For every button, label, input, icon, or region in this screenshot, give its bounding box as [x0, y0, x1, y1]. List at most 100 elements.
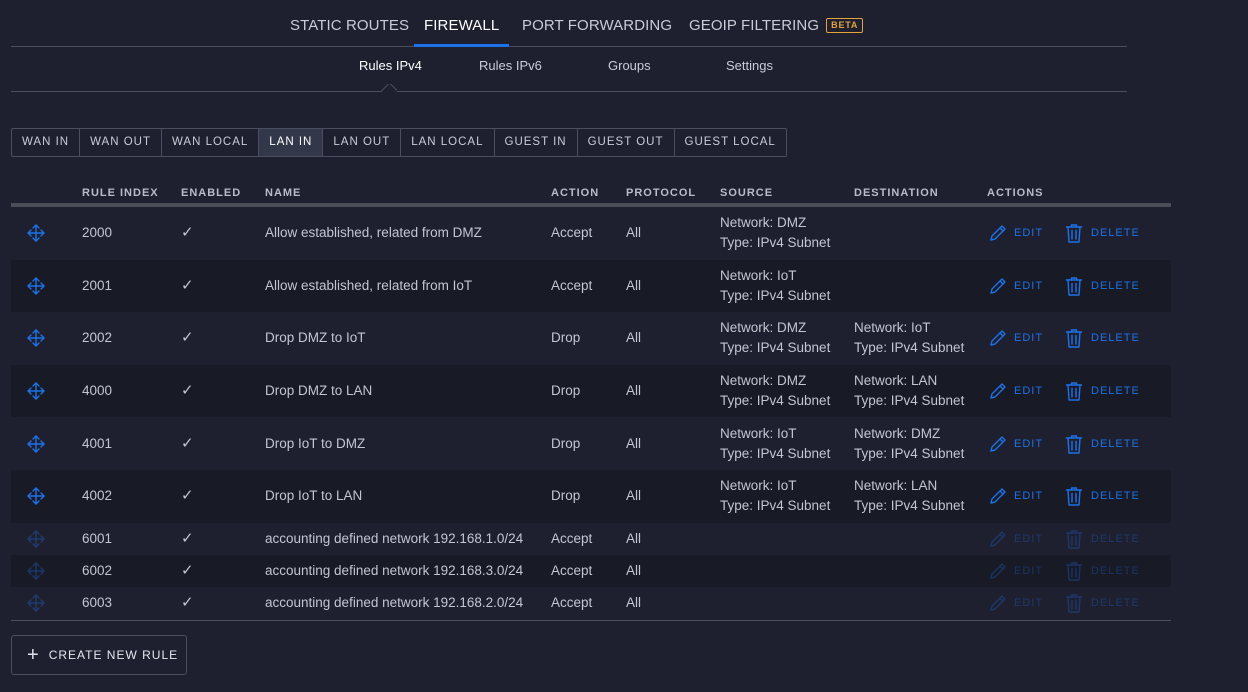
- rule-action: Drop: [551, 435, 581, 451]
- rule-name: Drop DMZ to LAN: [265, 383, 373, 399]
- source-line: Network: DMZ: [720, 320, 807, 336]
- trash-icon: [1065, 529, 1083, 549]
- edit-button[interactable]: EDIT: [988, 434, 1043, 454]
- trash-icon: [1065, 434, 1083, 454]
- beta-badge: BETA: [826, 18, 864, 33]
- rule-destination: Network: LAN Type: IPv4 Subnet: [854, 371, 964, 411]
- rule-protocol: All: [626, 435, 642, 451]
- tab-static-routes[interactable]: STATIC ROUTES: [290, 0, 409, 46]
- tab-geoip-label: GEOIP FILTERING: [689, 17, 820, 34]
- create-new-rule-label: CREATE NEW RULE: [48, 648, 179, 662]
- edit-button[interactable]: EDIT: [988, 223, 1043, 243]
- col-name[interactable]: NAME: [265, 187, 301, 199]
- rule-protocol: All: [626, 595, 642, 611]
- col-source[interactable]: SOURCE: [720, 187, 773, 199]
- drag-handle-icon[interactable]: [26, 486, 46, 506]
- segment-guest-local[interactable]: GUEST LOCAL: [673, 129, 786, 156]
- drag-handle-icon[interactable]: [26, 434, 46, 454]
- segment-wan-out[interactable]: WAN OUT: [79, 129, 161, 156]
- delete-label: DELETE: [1091, 227, 1140, 240]
- edit-button[interactable]: EDIT: [988, 593, 1043, 613]
- drag-handle-icon[interactable]: [26, 223, 46, 243]
- subtab-rules-ipv4[interactable]: Rules IPv4: [359, 46, 422, 86]
- delete-button[interactable]: DELETE: [1065, 381, 1140, 401]
- delete-button[interactable]: DELETE: [1065, 434, 1140, 454]
- drag-handle-icon[interactable]: [26, 328, 46, 348]
- rule-source: Network: IoT Type: IPv4 Subnet: [720, 476, 830, 516]
- segment-lan-local[interactable]: LAN LOCAL: [400, 129, 493, 156]
- pencil-icon: [988, 434, 1008, 454]
- edit-button[interactable]: EDIT: [988, 328, 1043, 348]
- drag-handle-icon[interactable]: [26, 529, 46, 549]
- table-bottom-divider: [11, 620, 1171, 621]
- rule-protocol: All: [626, 383, 642, 399]
- edit-button[interactable]: EDIT: [988, 276, 1043, 296]
- table-row: 6002 ✓ accounting defined network 192.168.…: [11, 554, 1171, 588]
- col-enabled[interactable]: ENABLED: [181, 187, 241, 199]
- source-line: Type: IPv4 Subnet: [720, 235, 831, 251]
- source-line: Network: IoT: [720, 267, 797, 283]
- table-row: 4001 ✓ Drop IoT to DMZ Drop All Network: IoT T…: [11, 417, 1171, 470]
- subtab-settings[interactable]: Settings: [726, 46, 773, 86]
- table-row: 4000 ✓ Drop DMZ to LAN Drop All Network: DMZ T…: [11, 364, 1171, 418]
- table-row: 6003 ✓ accounting defined network 192.168.…: [11, 587, 1171, 619]
- delete-label: DELETE: [1091, 279, 1140, 292]
- delete-button[interactable]: DELETE: [1065, 561, 1140, 581]
- segment-guest-out[interactable]: GUEST OUT: [576, 129, 674, 156]
- source-line: Type: IPv4 Subnet: [720, 498, 831, 514]
- col-destination[interactable]: DESTINATION: [854, 187, 939, 199]
- delete-button[interactable]: DELETE: [1065, 328, 1140, 349]
- segment-lan-in[interactable]: LAN IN: [258, 129, 323, 156]
- edit-button[interactable]: EDIT: [988, 381, 1043, 401]
- delete-label: DELETE: [1091, 532, 1140, 545]
- delete-button[interactable]: DELETE: [1065, 593, 1140, 613]
- destination-line: Type: IPv4 Subnet: [854, 340, 965, 356]
- col-action[interactable]: ACTION: [551, 187, 599, 199]
- rule-index: 4002: [82, 488, 113, 504]
- rule-index: 2001: [82, 277, 113, 293]
- tab-port-forwarding[interactable]: PORT FORWARDING: [522, 0, 672, 46]
- rule-action: Drop: [551, 383, 581, 399]
- rule-index: 2000: [82, 225, 113, 241]
- create-new-rule-button[interactable]: + CREATE NEW RULE: [11, 635, 187, 675]
- rule-action: Accept: [551, 277, 593, 293]
- enabled-check-icon: ✓: [181, 276, 194, 294]
- delete-label: DELETE: [1091, 565, 1140, 577]
- delete-button[interactable]: DELETE: [1065, 223, 1140, 243]
- edit-button[interactable]: EDIT: [988, 529, 1043, 549]
- segment-wan-in[interactable]: WAN IN: [12, 129, 79, 156]
- delete-button[interactable]: DELETE: [1065, 276, 1140, 296]
- subtab-groups[interactable]: Groups: [608, 46, 651, 86]
- drag-handle-icon[interactable]: [26, 381, 46, 401]
- segment-guest-in[interactable]: GUEST IN: [493, 129, 577, 156]
- rule-index: 6001: [82, 530, 113, 546]
- trash-icon: [1065, 381, 1083, 401]
- table-row: 2000 ✓ Allow established, related from DMZ…: [11, 207, 1171, 260]
- tab-firewall[interactable]: FIREWALL: [413, 0, 510, 47]
- delete-label: DELETE: [1091, 332, 1140, 345]
- segment-wan-local[interactable]: WAN LOCAL: [160, 129, 258, 156]
- plus-icon: +: [27, 644, 39, 666]
- delete-button[interactable]: DELETE: [1065, 529, 1140, 549]
- col-rule-index[interactable]: RULE INDEX: [82, 187, 159, 199]
- drag-handle-icon[interactable]: [26, 593, 46, 613]
- source-line: Type: IPv4 Subnet: [720, 445, 831, 461]
- destination-line: Type: IPv4 Subnet: [854, 498, 965, 514]
- source-line: Network: IoT: [720, 478, 797, 494]
- subtab-rules-ipv6[interactable]: Rules IPv6: [479, 46, 542, 86]
- edit-button[interactable]: EDIT: [988, 561, 1043, 581]
- source-line: Network: DMZ: [720, 215, 807, 231]
- table-row: 6001 ✓ accounting defined network 192.168.…: [11, 523, 1171, 555]
- col-protocol[interactable]: PROTOCOL: [626, 187, 696, 199]
- edit-button[interactable]: EDIT: [988, 486, 1043, 506]
- drag-handle-icon[interactable]: [26, 276, 46, 296]
- tab-geoip-filtering[interactable]: GEOIP FILTERING BETA: [689, 0, 864, 46]
- source-line: Type: IPv4 Subnet: [720, 393, 831, 409]
- segment-lan-out[interactable]: LAN OUT: [322, 129, 400, 156]
- enabled-check-icon: ✓: [181, 434, 194, 452]
- destination-line: Network: LAN: [854, 373, 938, 389]
- delete-button[interactable]: DELETE: [1065, 486, 1140, 506]
- rule-index: 2002: [82, 330, 113, 346]
- enabled-check-icon: ✓: [181, 562, 194, 579]
- drag-handle-icon[interactable]: [26, 561, 46, 581]
